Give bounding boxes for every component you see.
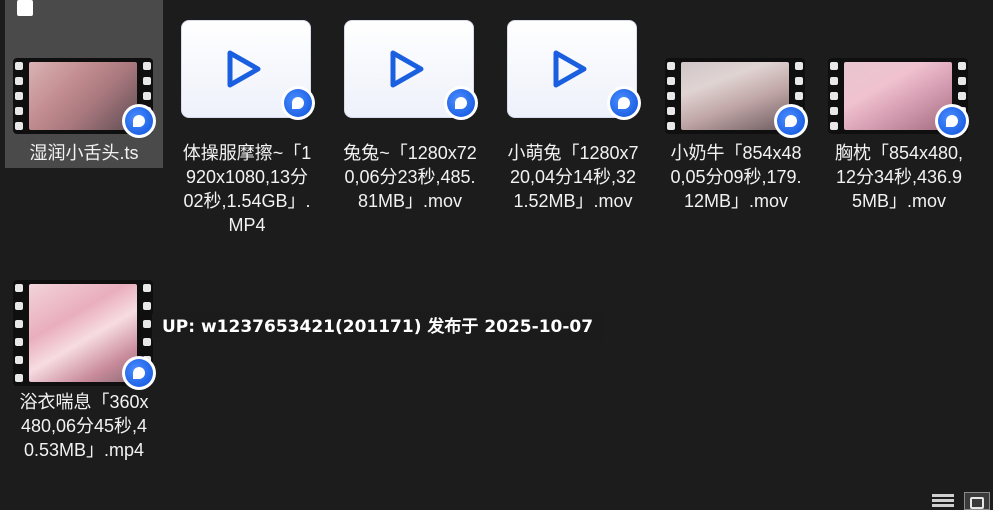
file-name: 兔兔~「1280x720,06分23秒,485.81MB」.mov [343,143,477,211]
file-name: 小萌兔「1280x720,04分14秒,321.52MB」.mov [507,143,639,211]
details-view-icon[interactable] [930,492,956,510]
file-name: 胸枕「854x480,12分34秒,436.95MB」.mov [834,143,964,211]
file-name: 体操服摩擦~「1920x1080,13分02秒,1.54GB」.MP4 [182,143,312,235]
file-tile[interactable]: 胸枕「854x480,12分34秒,436.95MB」.mov [820,0,978,240]
player-app-badge-icon [122,356,156,390]
status-bar [0,490,993,510]
large-icons-view-icon[interactable] [964,492,990,510]
thumbnail-image [29,284,137,382]
file-name: 小奶牛「854x480,05分09秒,179.12MB」.mov [670,143,802,211]
file-explorer-content: 湿润小舌头.ts 体操服摩擦~「1920x1080,13分02秒,1.54GB」… [0,0,993,510]
file-name: 湿润小舌头.ts [29,143,139,163]
file-tile[interactable]: 湿润小舌头.ts [5,0,163,168]
file-name: 浴衣喘息「360x480,06分45秒,40.53MB」.mp4 [19,392,149,460]
file-tile[interactable]: 兔兔~「1280x720,06分23秒,485.81MB」.mov [331,0,489,240]
thumbnail-image [29,62,137,130]
file-tile[interactable]: 浴衣喘息「360x480,06分45秒,40.53MB」.mp4 [5,268,163,488]
player-app-badge-icon [935,104,969,138]
play-icon [553,50,587,88]
player-app-badge-icon [607,86,641,120]
player-app-badge-icon [774,104,808,138]
uploader-tooltip: UP: w1237653421(201171) 发布于 2025-10-07 [152,312,604,342]
player-app-badge-icon [281,86,315,120]
play-icon [227,50,261,88]
selection-checkbox[interactable] [17,0,33,16]
player-app-badge-icon [122,104,156,138]
file-tile[interactable]: 体操服摩擦~「1920x1080,13分02秒,1.54GB」.MP4 [168,0,326,240]
file-tile[interactable]: 小萌兔「1280x720,04分14秒,321.52MB」.mov [494,0,652,240]
player-app-badge-icon [444,86,478,120]
play-icon [390,50,424,88]
thumbnail-image [681,62,789,130]
file-tile[interactable]: 小奶牛「854x480,05分09秒,179.12MB」.mov [657,0,815,240]
